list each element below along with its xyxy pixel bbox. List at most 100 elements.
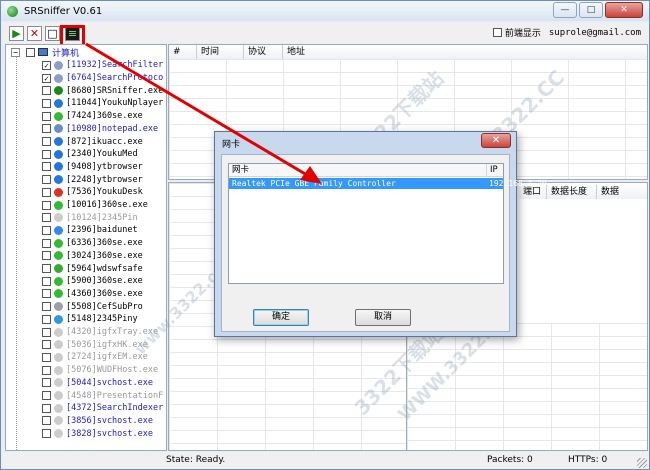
process-item[interactable]: [2340]YoukuMed bbox=[6, 148, 166, 161]
process-item[interactable]: [4320]igfxTray.exe bbox=[6, 326, 166, 339]
process-checkbox[interactable] bbox=[42, 403, 51, 413]
process-item[interactable]: [5076]WUDFHost.exe bbox=[6, 364, 166, 377]
process-item[interactable]: [5044]svchost.exe bbox=[6, 377, 166, 390]
process-checkbox[interactable] bbox=[42, 162, 51, 172]
col-header-address[interactable]: 地址 bbox=[283, 45, 647, 59]
col-header-adapter[interactable]: 网卡 bbox=[229, 164, 487, 177]
process-checkbox[interactable] bbox=[42, 238, 51, 248]
maximize-button[interactable]: □ bbox=[579, 2, 603, 18]
process-item[interactable]: [10016]360se.exe bbox=[6, 199, 166, 212]
process-item[interactable]: [3856]svchost.exe bbox=[6, 415, 166, 428]
col-header-data[interactable]: 数据 bbox=[597, 185, 647, 199]
process-item[interactable]: [10980]notepad.exe bbox=[6, 123, 166, 136]
process-checkbox[interactable] bbox=[42, 111, 51, 121]
process-checkbox[interactable] bbox=[42, 149, 51, 159]
process-item[interactable]: [4548]PresentationF bbox=[6, 389, 166, 402]
process-item[interactable]: [2396]baidunet bbox=[6, 224, 166, 237]
process-checkbox[interactable] bbox=[42, 137, 51, 147]
process-checkbox[interactable] bbox=[42, 314, 51, 324]
process-item[interactable]: [4372]SearchIndexer bbox=[6, 402, 166, 415]
process-icon bbox=[54, 352, 63, 362]
process-icon bbox=[54, 225, 63, 235]
process-checkbox[interactable] bbox=[42, 187, 51, 197]
process-checkbox[interactable] bbox=[42, 175, 51, 185]
status-packets: Packets: 0 bbox=[487, 455, 533, 465]
computer-icon bbox=[38, 48, 48, 56]
process-checkbox[interactable] bbox=[42, 365, 51, 375]
process-checkbox[interactable] bbox=[42, 416, 51, 426]
process-checkbox[interactable] bbox=[42, 340, 51, 350]
process-checkbox[interactable]: ✓ bbox=[42, 73, 51, 83]
dialog-close-button[interactable]: ✕ bbox=[481, 133, 511, 148]
process-item[interactable]: [4360]360se.exe bbox=[6, 288, 166, 301]
clear-list-icon[interactable]: □ bbox=[45, 26, 60, 41]
col-header-time[interactable]: 时间 bbox=[197, 45, 244, 59]
process-item[interactable]: [8680]SRSniffer.exe bbox=[6, 84, 166, 97]
process-item[interactable]: [3024]360se.exe bbox=[6, 250, 166, 263]
ok-button[interactable]: 确定 bbox=[253, 309, 309, 326]
process-item[interactable]: [6336]360se.exe bbox=[6, 237, 166, 250]
process-item[interactable]: [11044]YoukuNplayer bbox=[6, 97, 166, 110]
process-item[interactable]: [2724]igfxEM.exe bbox=[6, 351, 166, 364]
root-checkbox[interactable] bbox=[26, 47, 35, 57]
process-checkbox[interactable] bbox=[42, 391, 51, 401]
process-checkbox[interactable] bbox=[42, 429, 51, 439]
col-header-ip[interactable]: IP bbox=[487, 164, 503, 177]
process-item[interactable]: [5036]igfxHK.exe bbox=[6, 338, 166, 351]
process-icon bbox=[54, 264, 63, 274]
process-item[interactable]: [7424]360se.exe bbox=[6, 110, 166, 123]
adapter-row[interactable]: Realtek PCIe GBE Family Controller 192.1… bbox=[229, 178, 547, 189]
status-bar: State: Ready. Packets: 0 HTTPs: 0 bbox=[3, 452, 649, 469]
foreground-option[interactable]: 前端显示 suprole@gmail.com bbox=[492, 26, 641, 39]
process-tree[interactable]: − 计算机 ✓ [11932]SearchFilter ✓ [6764]SearchP… bbox=[5, 44, 167, 451]
process-item[interactable]: [5148]2345Piny bbox=[6, 313, 166, 326]
process-icon bbox=[54, 314, 63, 324]
stop-capture-icon[interactable]: ✕ bbox=[27, 26, 42, 41]
process-item[interactable]: [872]ikuacc.exe bbox=[6, 135, 166, 148]
process-item[interactable]: [5900]360se.exe bbox=[6, 275, 166, 288]
process-icon bbox=[54, 200, 63, 210]
col-header-index[interactable]: # bbox=[169, 45, 197, 59]
start-capture-icon[interactable]: ▶ bbox=[9, 26, 24, 41]
process-checkbox[interactable] bbox=[42, 200, 51, 210]
process-checkbox[interactable] bbox=[42, 124, 51, 134]
tree-root[interactable]: − 计算机 bbox=[6, 46, 79, 59]
process-item[interactable]: ✓ [11932]SearchFilter bbox=[6, 59, 166, 72]
process-checkbox[interactable] bbox=[42, 289, 51, 299]
process-checkbox[interactable] bbox=[42, 378, 51, 388]
process-item[interactable]: [3828]svchost.exe bbox=[6, 427, 166, 440]
foreground-checkbox[interactable] bbox=[492, 28, 502, 37]
process-checkbox[interactable] bbox=[42, 327, 51, 337]
process-item[interactable]: [9408]ytbrowser bbox=[6, 161, 166, 174]
process-checkbox[interactable] bbox=[42, 302, 51, 312]
collapse-toggle-icon[interactable]: − bbox=[11, 47, 20, 57]
process-name: [5964]wdswfsafe bbox=[66, 263, 143, 274]
process-checkbox[interactable] bbox=[42, 225, 51, 235]
process-checkbox[interactable] bbox=[42, 251, 51, 261]
adapter-list[interactable]: 网卡 IP Realtek PCIe GBE Family Controller… bbox=[228, 163, 547, 284]
process-item[interactable]: ✓ [6764]SearchProtoco bbox=[6, 72, 166, 85]
title-bar[interactable]: SRSniffer V0.61 — □ ✕ bbox=[1, 1, 649, 21]
col-header-length[interactable]: 数据长度 bbox=[547, 185, 597, 199]
minimize-button[interactable]: — bbox=[553, 2, 577, 18]
process-name: [4372]SearchIndexer bbox=[66, 403, 164, 414]
process-checkbox[interactable] bbox=[42, 352, 51, 362]
process-checkbox[interactable] bbox=[42, 86, 51, 96]
process-name: [3856]svchost.exe bbox=[66, 415, 153, 426]
process-checkbox[interactable]: ✓ bbox=[42, 60, 51, 70]
process-checkbox[interactable] bbox=[42, 276, 51, 286]
process-item[interactable]: [5508]CefSubPro bbox=[6, 300, 166, 313]
col-header-protocol[interactable]: 协议 bbox=[244, 45, 283, 59]
process-item[interactable]: [7536]YoukuDesk bbox=[6, 186, 166, 199]
process-checkbox[interactable] bbox=[42, 264, 51, 274]
process-item[interactable]: [2248]ytbrowser bbox=[6, 173, 166, 186]
process-item[interactable]: [10124]2345Pin bbox=[6, 211, 166, 224]
cancel-button[interactable]: 取消 bbox=[355, 309, 411, 326]
process-item[interactable]: [5964]wdswfsafe bbox=[6, 262, 166, 275]
close-button[interactable]: ✕ bbox=[605, 2, 643, 18]
process-checkbox[interactable] bbox=[42, 98, 51, 108]
process-name: [5076]WUDFHost.exe bbox=[66, 365, 159, 376]
resize-grip-icon[interactable] bbox=[637, 458, 647, 468]
process-checkbox[interactable] bbox=[42, 213, 51, 223]
response-pane[interactable] bbox=[407, 323, 647, 450]
